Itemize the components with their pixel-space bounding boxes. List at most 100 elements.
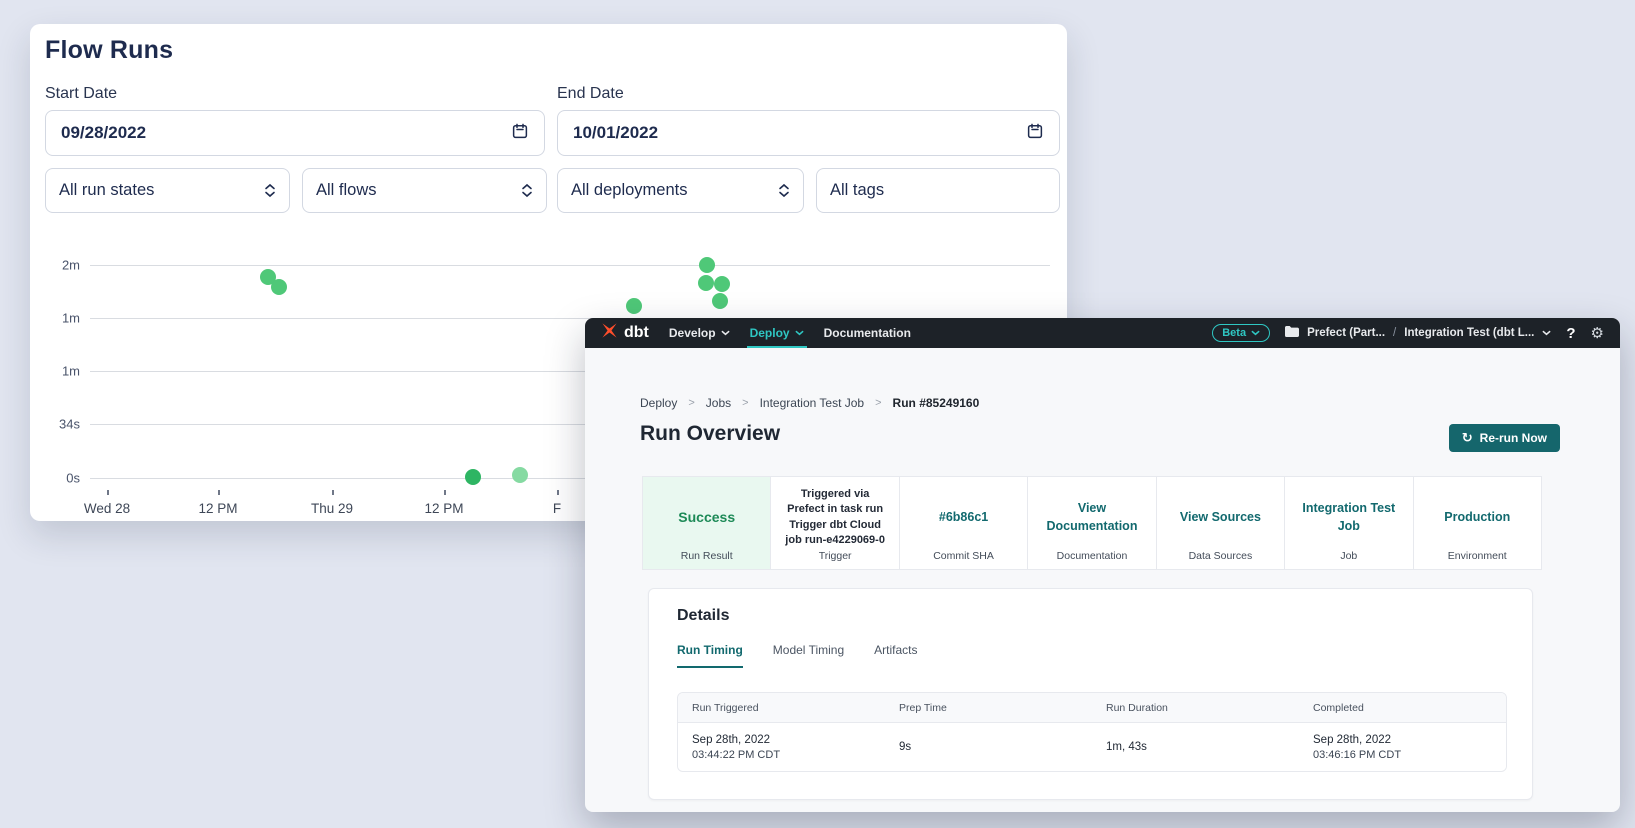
flow-run-point[interactable] [512, 467, 528, 483]
x-axis-tick-label: Wed 28 [84, 501, 130, 516]
card-value[interactable]: #6b86c1 [910, 485, 1017, 550]
nav-menu: Develop Deploy Documentation [669, 318, 911, 348]
project-switcher[interactable]: Prefect (Part... / Integration Test (dbt… [1285, 326, 1551, 340]
chevron-down-icon [1542, 330, 1551, 336]
details-title: Details [677, 607, 729, 625]
y-axis-tick-label: 1m [30, 364, 80, 379]
chevron-down-icon [1251, 330, 1260, 336]
card-value[interactable]: View Sources [1167, 485, 1274, 550]
flow-run-point[interactable] [626, 298, 642, 314]
card-label: Documentation [1038, 550, 1145, 564]
run-timing-table: Run TriggeredPrep TimeRun DurationComple… [677, 692, 1507, 772]
summary-card-trigger: Triggered via Prefect in task run Trigge… [771, 477, 899, 569]
chevron-down-icon [795, 330, 804, 336]
navbar-right: Beta Prefect (Part... / Integration Test… [1212, 324, 1604, 342]
path-separator: / [1393, 327, 1396, 339]
nav-item-deploy[interactable]: Deploy [750, 318, 804, 348]
card-value[interactable]: View Documentation [1038, 485, 1145, 550]
table-header-row: Run TriggeredPrep TimeRun DurationComple… [678, 693, 1506, 723]
tab-run-timing[interactable]: Run Timing [677, 643, 743, 668]
beta-dropdown[interactable]: Beta [1212, 324, 1270, 342]
table-column-header: Completed [1299, 702, 1506, 714]
summary-card-data-sources[interactable]: View SourcesData Sources [1157, 477, 1285, 569]
x-axis-tick-label: 12 PM [424, 501, 463, 516]
breadcrumb-item[interactable]: Integration Test Job [760, 396, 865, 410]
page-title: Run Overview [640, 422, 780, 446]
help-icon[interactable]: ? [1566, 325, 1575, 342]
nav-item-develop[interactable]: Develop [669, 318, 730, 348]
y-axis-tick-label: 0s [30, 471, 80, 486]
summary-card-run-result: SuccessRun Result [643, 477, 771, 569]
y-axis-tick-label: 2m [30, 258, 80, 273]
card-value[interactable]: Production [1424, 485, 1531, 550]
x-axis-tick-mark [218, 490, 220, 495]
flow-run-point[interactable] [271, 279, 287, 295]
dbt-logo[interactable]: dbt [601, 322, 649, 344]
table-row: Sep 28th, 202203:44:22 PM CDT9s1m, 43sSe… [678, 723, 1506, 771]
card-label: Run Result [653, 550, 760, 564]
dbt-brand-text: dbt [624, 324, 649, 342]
card-label: Job [1295, 550, 1402, 564]
dbt-content: Deploy > Jobs > Integration Test Job > Run #85… [585, 348, 1620, 812]
gear-icon[interactable]: ⚙ [1591, 326, 1604, 341]
x-axis-tick-mark [332, 490, 334, 495]
x-axis-tick-label: 12 PM [198, 501, 237, 516]
dbt-logo-icon [601, 322, 618, 344]
table-cell: 1m, 43s [1092, 723, 1299, 771]
x-axis-tick-label: F [553, 501, 561, 516]
rerun-now-label: Re-run Now [1480, 431, 1547, 445]
environment-name[interactable]: Integration Test (dbt L... [1404, 327, 1534, 339]
x-axis-tick-mark [107, 490, 109, 495]
breadcrumb-item[interactable]: Jobs [706, 396, 731, 410]
refresh-icon: ↻ [1462, 432, 1473, 445]
table-column-header: Run Duration [1092, 702, 1299, 714]
x-axis-tick-mark [557, 490, 559, 495]
flow-run-point[interactable] [465, 469, 481, 485]
details-card: Details Run TimingModel TimingArtifacts … [648, 588, 1533, 800]
gridline [90, 265, 1050, 266]
nav-item-label: Develop [669, 326, 716, 340]
card-value: Triggered via Prefect in task run Trigge… [781, 485, 888, 550]
flow-run-point[interactable] [699, 257, 715, 273]
flow-run-point[interactable] [714, 276, 730, 292]
card-label: Trigger [781, 550, 888, 564]
project-name[interactable]: Prefect (Part... [1307, 327, 1385, 339]
flow-run-point[interactable] [698, 275, 714, 291]
breadcrumb-item: Run #85249160 [893, 396, 980, 410]
summary-card-commit-sha[interactable]: #6b86c1Commit SHA [900, 477, 1028, 569]
card-value[interactable]: Integration Test Job [1295, 485, 1402, 550]
card-label: Data Sources [1167, 550, 1274, 564]
folder-icon [1285, 326, 1299, 340]
y-axis-tick-label: 34s [30, 417, 80, 432]
dbt-navbar: dbt Develop Deploy Documentation Beta Pref… [585, 318, 1620, 348]
table-cell: Sep 28th, 202203:44:22 PM CDT [678, 723, 885, 771]
chevron-down-icon [721, 330, 730, 336]
flow-run-point[interactable] [712, 293, 728, 309]
run-summary-cards: SuccessRun ResultTriggered via Prefect i… [642, 476, 1542, 570]
breadcrumb-separator: > [875, 397, 881, 409]
card-label: Commit SHA [910, 550, 1017, 564]
breadcrumb-separator: > [688, 397, 694, 409]
summary-card-documentation[interactable]: View DocumentationDocumentation [1028, 477, 1156, 569]
card-label: Environment [1424, 550, 1531, 564]
breadcrumb-item[interactable]: Deploy [640, 396, 677, 410]
x-axis-tick-label: Thu 29 [311, 501, 353, 516]
breadcrumb: Deploy > Jobs > Integration Test Job > Run #85… [640, 396, 979, 410]
rerun-now-button[interactable]: ↻ Re-run Now [1449, 424, 1560, 452]
table-cell: Sep 28th, 202203:46:16 PM CDT [1299, 723, 1506, 771]
table-column-header: Prep Time [885, 702, 1092, 714]
dbt-cloud-window: dbt Develop Deploy Documentation Beta Pref… [585, 318, 1620, 812]
beta-label: Beta [1222, 327, 1246, 339]
details-tabs: Run Timing Model Timing Artifacts [677, 643, 918, 668]
table-column-header: Run Triggered [678, 702, 885, 714]
breadcrumb-separator: > [742, 397, 748, 409]
nav-item-label: Deploy [750, 326, 790, 340]
card-value: Success [653, 485, 760, 550]
tab-artifacts[interactable]: Artifacts [874, 643, 917, 668]
x-axis-tick-mark [444, 490, 446, 495]
summary-card-environment[interactable]: ProductionEnvironment [1414, 477, 1541, 569]
table-cell: 9s [885, 723, 1092, 771]
tab-model-timing[interactable]: Model Timing [773, 643, 844, 668]
nav-item-documentation[interactable]: Documentation [824, 318, 911, 348]
summary-card-job[interactable]: Integration Test JobJob [1285, 477, 1413, 569]
